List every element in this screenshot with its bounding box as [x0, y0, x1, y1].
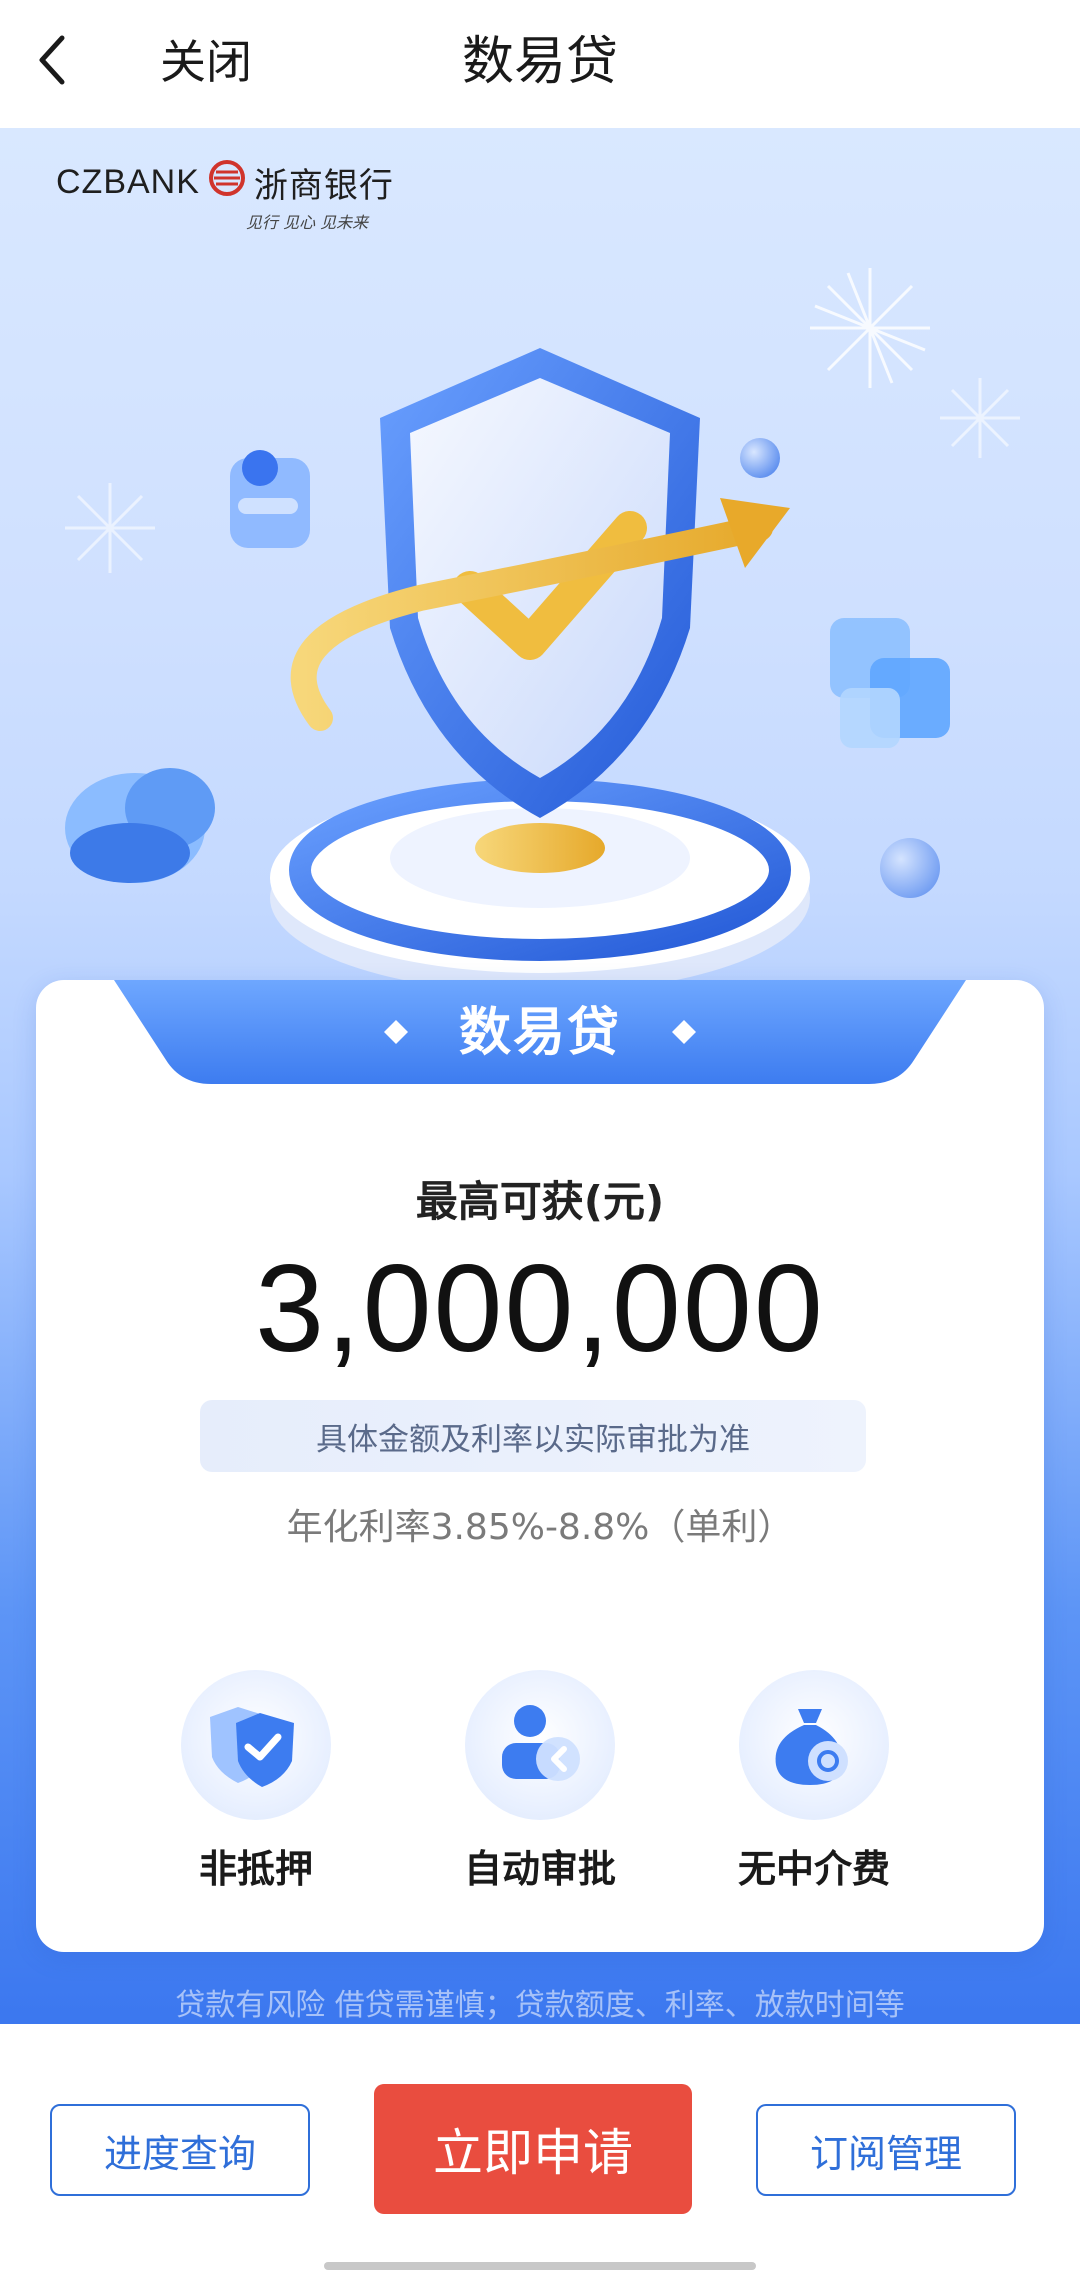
approval-note: 具体金额及利率以实际审批为准 [200, 1400, 866, 1472]
risk-disclaimer: 贷款有风险 借贷需谨慎；贷款额度、利率、放款时间等 [175, 1988, 905, 2023]
logo-latin: CZBANK [56, 163, 200, 201]
page-title: 数易贷 [461, 32, 618, 92]
person-approve-icon [492, 1695, 588, 1795]
shield-illustration [65, 268, 1020, 993]
progress-query-button[interactable]: 进度查询 [50, 2104, 310, 2196]
top-nav-bar: 关闭 数易贷 [0, 0, 1080, 128]
feature-no-agency-fee: 无中介费 [684, 1670, 944, 1893]
feature-label: 非抵押 [198, 1847, 313, 1891]
money-bag-icon [766, 1695, 862, 1795]
subscription-manage-button[interactable]: 订阅管理 [756, 2104, 1016, 2196]
shield-check-icon [208, 1695, 304, 1795]
max-amount-value: 3,000,000 [255, 1240, 825, 1378]
bottom-action-bar: 进度查询 立即申请 订阅管理 [0, 2024, 1080, 2272]
max-amount-label: 最高可获(元) [415, 1177, 665, 1226]
feature-auto-approval: 自动审批 [410, 1670, 670, 1893]
annual-rate-text: 年化利率3.85%-8.8%（单利） [286, 1507, 794, 1548]
apply-now-button[interactable]: 立即申请 [374, 2084, 692, 2214]
feature-list: 非抵押 自动审批 无中介费 [36, 1670, 1044, 1893]
home-indicator [324, 2262, 756, 2270]
feature-label: 自动审批 [463, 1847, 616, 1891]
card-title: 数易贷 [458, 1003, 621, 1063]
feature-label: 无中介费 [737, 1847, 890, 1891]
feature-no-collateral: 非抵押 [126, 1670, 386, 1893]
loan-info-card: 数易贷 最高可获(元) 3,000,000 具体金额及利率以实际审批为准 年化利… [36, 980, 1044, 1952]
hero-banner: CZBANK 浙商银行 见行 见心 见未来 数易贷 最高可获(元) 3,000,… [0, 128, 1080, 2028]
